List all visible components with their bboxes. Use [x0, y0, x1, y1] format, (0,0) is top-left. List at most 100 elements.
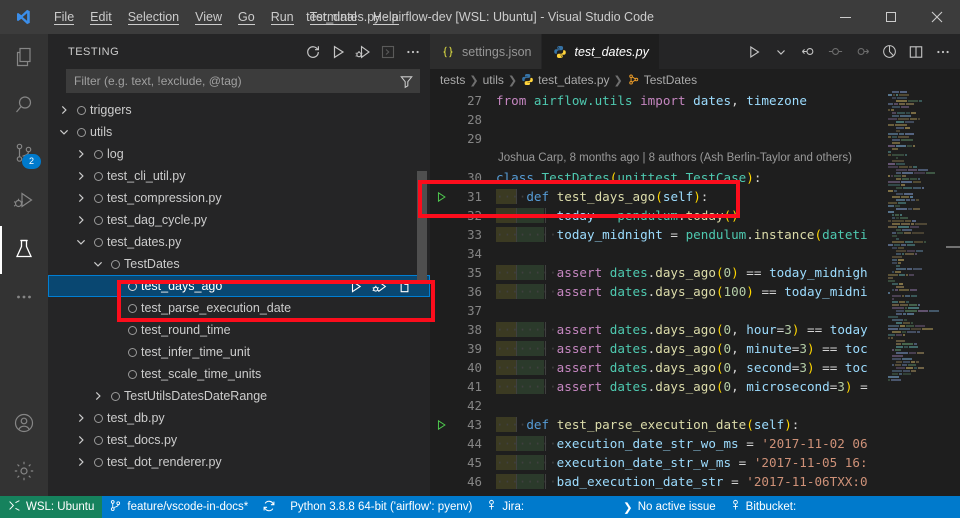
filter-input[interactable]: Filter (e.g. text, !exclude, @tag)	[66, 69, 420, 93]
breadcrumb-item-utils[interactable]: utils	[483, 73, 504, 87]
step-over-icon[interactable]	[822, 34, 848, 69]
menu-help[interactable]: Help	[365, 6, 407, 28]
breadcrumb-item-testdates[interactable]: TestDates	[627, 73, 697, 87]
tree-row[interactable]: test_dot_renderer.py	[48, 451, 430, 473]
menu-go[interactable]: Go	[230, 6, 263, 28]
chevron-right-icon[interactable]	[90, 385, 106, 407]
chevron-right-icon[interactable]	[73, 429, 89, 451]
run-python-file-button[interactable]	[741, 34, 767, 69]
breadcrumb-item-tests[interactable]: tests	[440, 73, 465, 87]
breadcrumb-item-test-dates-py[interactable]: test_dates.py	[521, 73, 610, 87]
minimize-button[interactable]	[822, 0, 868, 34]
debug-all-tests-button[interactable]	[352, 41, 374, 63]
minimap[interactable]	[888, 91, 946, 496]
codelens-blame[interactable]: Joshua Carp, 8 months ago | 8 authors (A…	[430, 148, 960, 168]
activity-item-testing[interactable]	[0, 226, 48, 274]
chevron-right-icon[interactable]	[73, 407, 89, 429]
status-remote-button[interactable]: WSL: Ubuntu	[0, 496, 103, 518]
tree-row[interactable]: TestDates	[48, 253, 430, 275]
tab-test-dates-py[interactable]: test_dates.py	[542, 34, 660, 69]
debug-test-button[interactable]	[368, 275, 390, 297]
go-to-test-button[interactable]	[392, 275, 414, 297]
coverage-icon[interactable]	[876, 34, 902, 69]
chevron-down-icon[interactable]	[90, 253, 106, 275]
activity-item-source-control[interactable]: 2	[0, 130, 48, 178]
test-status-icon	[72, 99, 90, 121]
status-jira-button[interactable]: Jira:	[479, 496, 531, 518]
tree-row[interactable]: test_dates.py	[48, 231, 430, 253]
menu-file[interactable]: File	[46, 6, 82, 28]
overview-ruler[interactable]	[946, 91, 960, 496]
menu-view[interactable]: View	[187, 6, 230, 28]
minimap-segment	[899, 103, 905, 105]
tree-row[interactable]: utils	[48, 121, 430, 143]
maximize-button[interactable]	[868, 0, 914, 34]
menu-terminal[interactable]: Terminal	[302, 6, 365, 28]
code-line: 43 ····def test_parse_execution_date(self…	[430, 415, 960, 434]
code-line: 37	[430, 301, 960, 320]
chevron-down-icon[interactable]	[56, 121, 72, 143]
activity-item-explorer[interactable]	[0, 34, 48, 82]
tree-row[interactable]: test_scale_time_units	[48, 363, 430, 385]
run-test-gutter-icon[interactable]	[430, 415, 452, 434]
close-button[interactable]	[914, 0, 960, 34]
tree-row[interactable]: test_db.py	[48, 407, 430, 429]
editor-more-actions-icon[interactable]	[930, 34, 956, 69]
chevron-right-icon[interactable]	[73, 187, 89, 209]
show-test-output-button[interactable]	[377, 41, 399, 63]
menu-edit[interactable]: Edit	[82, 6, 120, 28]
status-issue-button[interactable]: ❯ No active issue	[531, 496, 723, 518]
minimap-segment	[907, 250, 915, 252]
tree-row[interactable]: test_dag_cycle.py	[48, 209, 430, 231]
minimap-line	[888, 283, 946, 285]
tree-scrollbar[interactable]	[417, 171, 427, 281]
code-editor[interactable]: 27 from airflow.utils import dates, timez…	[430, 91, 960, 496]
chevron-right-icon[interactable]	[73, 451, 89, 473]
tree-row[interactable]: test_cli_util.py	[48, 165, 430, 187]
chevron-right-icon[interactable]	[73, 143, 89, 165]
status-sync-button[interactable]	[255, 496, 283, 518]
status-interpreter-button[interactable]: Python 3.8.8 64-bit ('airflow': pyenv)	[283, 496, 479, 518]
tab-settings-json[interactable]: settings.json	[430, 34, 543, 69]
step-into-icon[interactable]	[795, 34, 821, 69]
tree-row[interactable]: triggers	[48, 99, 430, 121]
menu-selection[interactable]: Selection	[120, 6, 187, 28]
chevron-right-icon[interactable]	[73, 165, 89, 187]
test-tree[interactable]: triggers utils log test_cli_util.py test_com…	[48, 99, 430, 496]
activity-item-run-and-debug[interactable]	[0, 178, 48, 226]
tree-row[interactable]: test_round_time	[48, 319, 430, 341]
chevron-right-icon[interactable]	[73, 209, 89, 231]
run-test-gutter-icon[interactable]	[430, 187, 452, 206]
chevron-down-icon[interactable]	[768, 34, 794, 69]
code-token: =	[738, 436, 762, 451]
filter-icon[interactable]	[399, 74, 414, 89]
minimap-segment	[902, 229, 912, 231]
run-test-button[interactable]	[344, 275, 366, 297]
minimap-line	[888, 376, 946, 378]
status-branch-button[interactable]: feature/vscode-in-docs*	[102, 496, 255, 518]
status-bitbucket-button[interactable]: Bitbucket:	[723, 496, 804, 518]
tree-row[interactable]: test_parse_execution_date	[48, 297, 430, 319]
run-all-tests-button[interactable]	[327, 41, 349, 63]
activity-item-accounts[interactable]	[0, 400, 48, 448]
tree-row[interactable]: log	[48, 143, 430, 165]
activity-item-search[interactable]	[0, 82, 48, 130]
minimap-segment	[888, 379, 890, 381]
tree-row[interactable]: TestUtilsDatesDateRange	[48, 385, 430, 407]
step-out-icon[interactable]	[849, 34, 875, 69]
minimap-segment	[914, 367, 917, 369]
tree-row[interactable]: test_compression.py	[48, 187, 430, 209]
chevron-down-icon[interactable]	[73, 231, 89, 253]
sidebar-more-actions-button[interactable]	[402, 41, 424, 63]
tree-row[interactable]: test_docs.py	[48, 429, 430, 451]
tree-row[interactable]: test_infer_time_unit	[48, 341, 430, 363]
menu-run[interactable]: Run	[263, 6, 302, 28]
code-token: pendulum	[617, 208, 679, 223]
split-editor-icon[interactable]	[903, 34, 929, 69]
code-line: 44 ········execution_date_str_wo_ms = '20…	[430, 434, 960, 453]
activity-item-manage[interactable]	[0, 448, 48, 496]
activity-item-more-views[interactable]	[0, 274, 48, 322]
refresh-tests-button[interactable]	[302, 41, 324, 63]
tree-row-selected[interactable]: test_days_ago	[48, 275, 430, 297]
chevron-right-icon[interactable]	[56, 99, 72, 121]
